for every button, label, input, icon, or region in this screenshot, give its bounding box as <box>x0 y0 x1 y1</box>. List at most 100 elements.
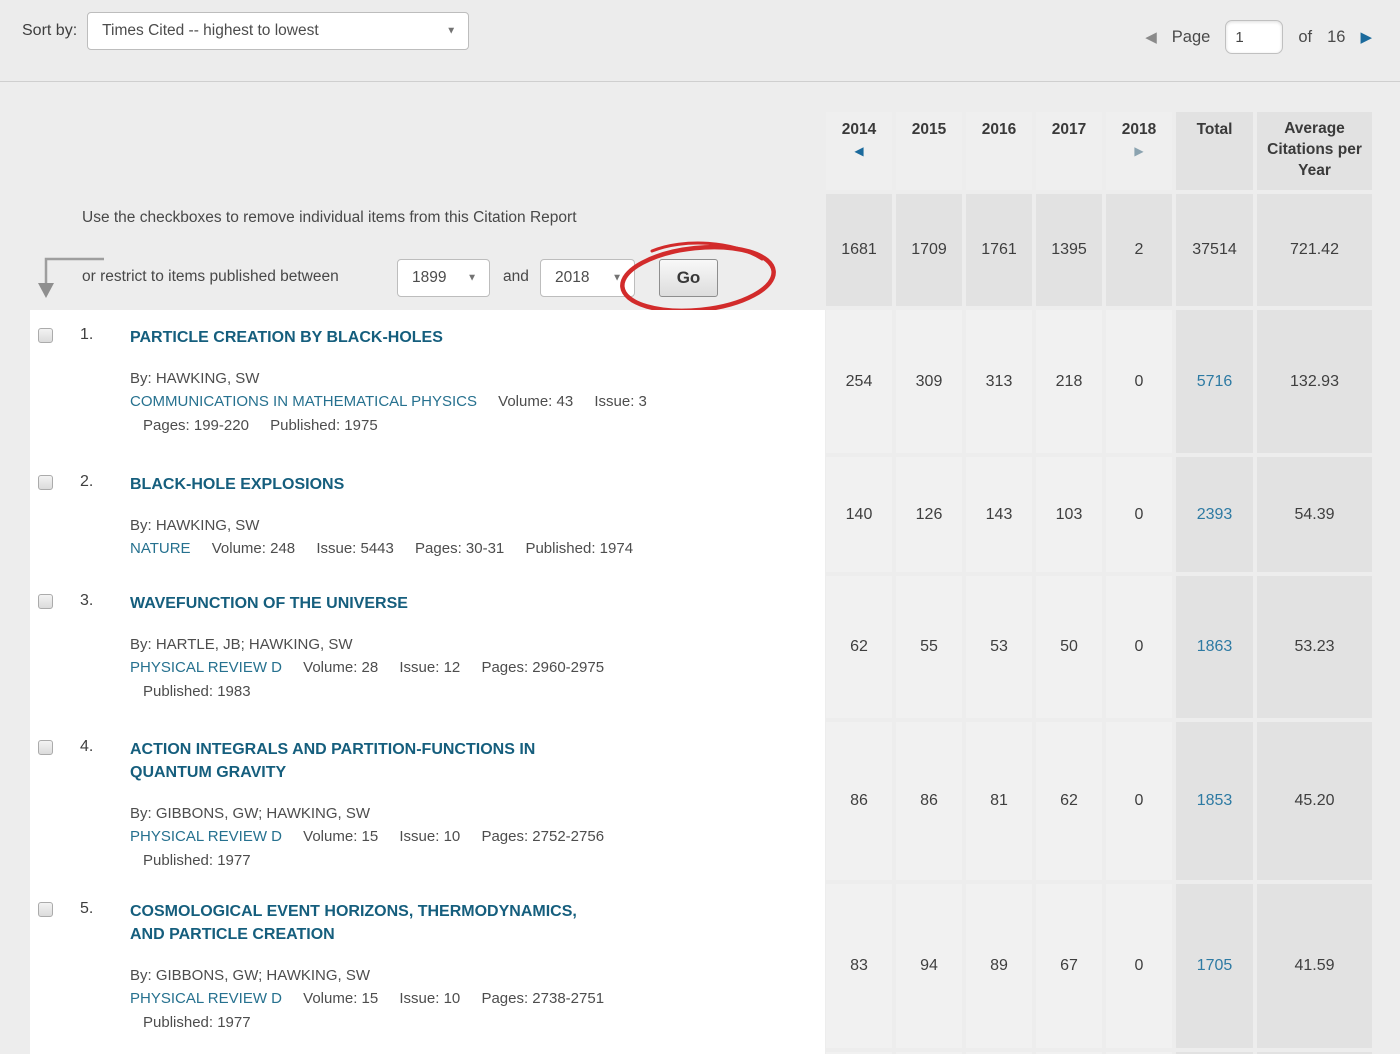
checkbox-instruction: Use the checkboxes to remove individual … <box>82 209 577 227</box>
item-title-link[interactable]: BLACK-HOLE EXPLOSIONS <box>130 473 778 496</box>
next-page-icon[interactable]: ▶ <box>1360 28 1372 46</box>
chevron-down-icon: ▼ <box>467 273 477 284</box>
item-checkbox[interactable] <box>38 902 53 917</box>
average-cell: 54.39 <box>1257 457 1372 572</box>
totals-cell-average: 721.42 <box>1257 194 1372 306</box>
item-authors: By: HARTLE, JB; HAWKING, SW <box>130 634 778 655</box>
chevron-down-icon: ▼ <box>612 273 622 284</box>
item-title-link[interactable]: WAVEFUNCTION OF THE UNIVERSE <box>130 592 778 615</box>
totals-cell: 1761 <box>966 194 1032 306</box>
journal-link[interactable]: COMMUNICATIONS IN MATHEMATICAL PHYSICS <box>130 393 477 410</box>
total-pages: 16 <box>1327 28 1345 47</box>
item-meta: Volume: 15 <box>303 828 378 845</box>
item-checkbox[interactable] <box>38 594 53 609</box>
item-title-link[interactable]: COSMOLOGICAL EVENT HORIZONS, THERMODYNAM… <box>130 900 778 946</box>
item-authors: By: GIBBONS, GW; HAWKING, SW <box>130 803 778 824</box>
item-meta: Pages: 2960-2975 <box>481 659 604 676</box>
item-title-link[interactable]: ACTION INTEGRALS AND PARTITION-FUNCTIONS… <box>130 738 778 784</box>
journal-link[interactable]: PHYSICAL REVIEW D <box>130 990 282 1007</box>
item-title-link[interactable]: PARTICLE CREATION BY BLACK-HOLES <box>130 326 778 349</box>
list-item: 5. COSMOLOGICAL EVENT HORIZONS, THERMODY… <box>30 884 825 1048</box>
col-header-2016: 2016 <box>966 112 1032 190</box>
prev-page-icon[interactable]: ◀ <box>1145 28 1157 46</box>
total-citations-link[interactable]: 5716 <box>1197 373 1233 391</box>
citations-cell: 103 <box>1036 457 1102 572</box>
page-number-input[interactable] <box>1225 20 1283 54</box>
go-button[interactable]: Go <box>659 259 718 297</box>
totals-cell: 2 <box>1106 194 1172 306</box>
totals-cell: 1681 <box>826 194 892 306</box>
citations-cell: 55 <box>896 576 962 718</box>
results-list: 1. PARTICLE CREATION BY BLACK-HOLES By: … <box>30 310 825 1054</box>
item-meta: Published: 1983 <box>143 683 251 700</box>
citations-cell: 53 <box>966 576 1032 718</box>
average-cell: 45.20 <box>1257 722 1372 880</box>
citations-cell: 126 <box>896 457 962 572</box>
of-label: of <box>1298 28 1312 47</box>
citations-cell: 218 <box>1036 310 1102 453</box>
citations-cell: 0 <box>1106 722 1172 880</box>
item-meta: Volume: 28 <box>303 659 378 676</box>
item-checkbox[interactable] <box>38 328 53 343</box>
to-year-value: 2018 <box>555 269 589 287</box>
item-meta: Pages: 2752-2756 <box>481 828 604 845</box>
item-checkbox[interactable] <box>38 475 53 490</box>
citations-table: 2014 ◀ 2015 2016 2017 2018 ▶ Total Avera… <box>826 112 1372 1054</box>
totals-cell: 1395 <box>1036 194 1102 306</box>
item-number: 1. <box>80 326 93 344</box>
item-number: 2. <box>80 473 93 491</box>
total-citations-link[interactable]: 2393 <box>1197 506 1233 524</box>
col-header-total: Total <box>1176 112 1253 190</box>
list-item: 3. WAVEFUNCTION OF THE UNIVERSE By: HART… <box>30 576 825 718</box>
pagination: ◀ Page of 16 ▶ <box>1145 20 1372 54</box>
from-year-select[interactable]: 1899 ▼ <box>397 259 490 297</box>
item-meta: Issue: 12 <box>399 659 460 676</box>
totals-cell-total: 37514 <box>1176 194 1253 306</box>
col-header-2017: 2017 <box>1036 112 1102 190</box>
item-meta: Pages: 2738-2751 <box>481 990 604 1007</box>
item-number: 5. <box>80 900 93 918</box>
citations-cell: 0 <box>1106 576 1172 718</box>
item-meta: Volume: 43 <box>498 393 573 410</box>
citations-cell: 254 <box>826 310 892 453</box>
citation-report-screen: Sort by: Times Cited -- highest to lowes… <box>0 0 1400 1054</box>
sort-by-select[interactable]: Times Cited -- highest to lowest ▼ <box>87 12 469 50</box>
totals-cell: 1709 <box>896 194 962 306</box>
average-cell: 41.59 <box>1257 884 1372 1048</box>
total-citations-link[interactable]: 1853 <box>1197 792 1233 810</box>
journal-link[interactable]: NATURE <box>130 540 191 557</box>
item-authors: By: GIBBONS, GW; HAWKING, SW <box>130 965 778 986</box>
item-meta: Issue: 10 <box>399 828 460 845</box>
citations-cell: 86 <box>826 722 892 880</box>
col-header-2015: 2015 <box>896 112 962 190</box>
item-meta: Volume: 15 <box>303 990 378 1007</box>
citations-cell: 81 <box>966 722 1032 880</box>
item-meta: Pages: 30-31 <box>415 540 504 557</box>
list-item: 2. BLACK-HOLE EXPLOSIONS By: HAWKING, SW… <box>30 457 825 572</box>
citations-cell: 0 <box>1106 884 1172 1048</box>
journal-link[interactable]: PHYSICAL REVIEW D <box>130 828 282 845</box>
citations-cell: 62 <box>826 576 892 718</box>
item-checkbox[interactable] <box>38 740 53 755</box>
citations-cell: 140 <box>826 457 892 572</box>
citations-cell: 143 <box>966 457 1032 572</box>
toolbar: Sort by: Times Cited -- highest to lowes… <box>0 0 1400 82</box>
sort-by-group: Sort by: Times Cited -- highest to lowes… <box>22 12 469 50</box>
item-meta: Published: 1974 <box>525 540 633 557</box>
total-citations-link[interactable]: 1705 <box>1197 957 1233 975</box>
item-meta: Published: 1975 <box>270 417 378 434</box>
scroll-years-right-icon[interactable]: ▶ <box>1134 144 1143 158</box>
to-year-select[interactable]: 2018 ▼ <box>540 259 635 297</box>
citations-cell: 94 <box>896 884 962 1048</box>
total-citations-link[interactable]: 1863 <box>1197 638 1233 656</box>
citations-cell: 0 <box>1106 457 1172 572</box>
citations-cell: 309 <box>896 310 962 453</box>
journal-link[interactable]: PHYSICAL REVIEW D <box>130 659 282 676</box>
item-meta: Issue: 3 <box>594 393 647 410</box>
citations-cell: 86 <box>896 722 962 880</box>
sort-by-value: Times Cited -- highest to lowest <box>102 22 319 40</box>
scroll-years-left-icon[interactable]: ◀ <box>854 144 863 158</box>
page-label: Page <box>1172 28 1211 47</box>
item-number: 3. <box>80 592 93 610</box>
item-meta: Published: 1977 <box>143 1014 251 1031</box>
